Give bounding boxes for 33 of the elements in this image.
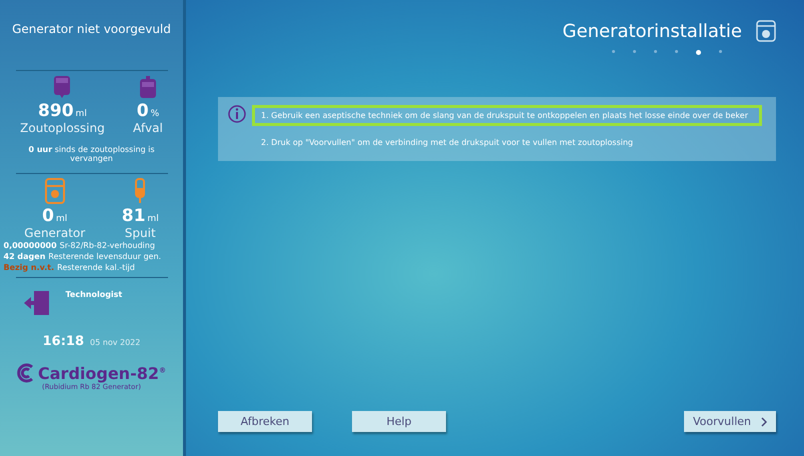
stat-label: Resterende levensduur gen. [48,252,162,261]
stat-value: 42 dagen [4,252,46,261]
clock-date: 05 nov 2022 [90,338,140,347]
metric-value: 81 ml [122,206,159,226]
syringe-icon [133,178,148,204]
stat-value: Bezig n.v.t. [4,263,54,272]
metric-value: 890 ml [38,101,87,121]
saline-note: 0 uur sinds de zoutoplossing is vervangen [27,145,156,163]
info-icon [228,105,246,123]
metric-value: 0 ml [42,206,68,226]
metric-value: 0% [136,101,160,121]
clock-time: 16:18 [42,334,84,349]
instruction-text: 2. Druk op "Voorvullen" om de verbinding met de drukspuit voor te vullen met zoutoplossing [260,137,634,149]
metric-label: Afval [133,121,163,135]
logo-icon [17,363,36,383]
stat-label: Sr-82/Rb-82-verhouding [60,241,156,250]
metric-label: Spuit [124,226,156,240]
user-name: Technologist [66,290,122,299]
stat-label: Resterende kal.-tijd [57,263,136,272]
next-button[interactable]: Voorvullen [684,411,776,432]
stat-value: 0,00000000 [4,241,57,250]
generator-icon [44,178,66,204]
metric-label: Zoutoplossing [20,121,105,135]
page-title: Generatorinstallatie [562,20,742,42]
instruction-text: 1. Gebruik een aseptische techniek om de slang van de drukspuit te ontkoppelen en plaats het losse einde over de beker [252,105,762,126]
logout-icon[interactable] [22,290,52,316]
status-text: Generator niet voorgevuld [12,22,171,38]
action-button[interactable]: Afbreken [218,411,312,432]
action-button[interactable]: Help [352,411,446,432]
generator-icon [756,20,776,42]
chevron-icon [761,416,767,426]
logo-text: Cardiogen-82$^{®}$ [38,364,166,382]
metric-label: Generator [24,226,86,240]
